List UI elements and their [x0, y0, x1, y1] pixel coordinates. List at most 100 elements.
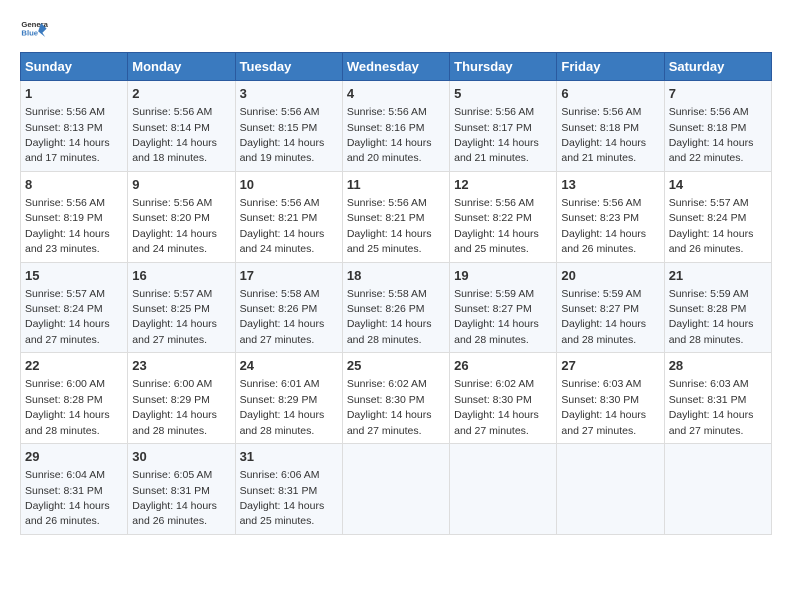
svg-text:Blue: Blue [21, 29, 38, 38]
sunrise-info: Sunrise: 5:58 AM [347, 288, 427, 300]
calendar-cell: 22Sunrise: 6:00 AMSunset: 8:28 PMDayligh… [21, 353, 128, 444]
day-number: 13 [561, 176, 659, 194]
day-number: 14 [669, 176, 767, 194]
sunset-info: Sunset: 8:13 PM [25, 122, 103, 134]
sunset-info: Sunset: 8:17 PM [454, 122, 532, 134]
daylight-info: Daylight: 14 hours and 23 minutes. [25, 228, 110, 255]
daylight-info: Daylight: 14 hours and 17 minutes. [25, 137, 110, 164]
day-number: 18 [347, 267, 445, 285]
daylight-info: Daylight: 14 hours and 28 minutes. [561, 318, 646, 345]
day-number: 4 [347, 85, 445, 103]
sunset-info: Sunset: 8:22 PM [454, 212, 532, 224]
daylight-info: Daylight: 14 hours and 24 minutes. [132, 228, 217, 255]
daylight-info: Daylight: 14 hours and 26 minutes. [25, 500, 110, 527]
sunrise-info: Sunrise: 5:56 AM [561, 197, 641, 209]
header-wednesday: Wednesday [342, 53, 449, 81]
daylight-info: Daylight: 14 hours and 25 minutes. [240, 500, 325, 527]
calendar-cell: 15Sunrise: 5:57 AMSunset: 8:24 PMDayligh… [21, 262, 128, 353]
calendar-cell: 13Sunrise: 5:56 AMSunset: 8:23 PMDayligh… [557, 171, 664, 262]
calendar-table: SundayMondayTuesdayWednesdayThursdayFrid… [20, 52, 772, 535]
calendar-cell: 25Sunrise: 6:02 AMSunset: 8:30 PMDayligh… [342, 353, 449, 444]
calendar-cell: 21Sunrise: 5:59 AMSunset: 8:28 PMDayligh… [664, 262, 771, 353]
day-number: 19 [454, 267, 552, 285]
sunset-info: Sunset: 8:26 PM [240, 303, 318, 315]
day-number: 15 [25, 267, 123, 285]
daylight-info: Daylight: 14 hours and 28 minutes. [240, 409, 325, 436]
header-monday: Monday [128, 53, 235, 81]
sunrise-info: Sunrise: 5:59 AM [669, 288, 749, 300]
calendar-cell: 16Sunrise: 5:57 AMSunset: 8:25 PMDayligh… [128, 262, 235, 353]
calendar-cell: 6Sunrise: 5:56 AMSunset: 8:18 PMDaylight… [557, 81, 664, 172]
day-number: 12 [454, 176, 552, 194]
daylight-info: Daylight: 14 hours and 27 minutes. [347, 409, 432, 436]
sunrise-info: Sunrise: 5:56 AM [25, 197, 105, 209]
calendar-cell: 30Sunrise: 6:05 AMSunset: 8:31 PMDayligh… [128, 444, 235, 535]
sunrise-info: Sunrise: 5:59 AM [454, 288, 534, 300]
sunrise-info: Sunrise: 6:00 AM [25, 378, 105, 390]
sunset-info: Sunset: 8:21 PM [240, 212, 318, 224]
sunrise-info: Sunrise: 5:57 AM [132, 288, 212, 300]
header-thursday: Thursday [450, 53, 557, 81]
sunrise-info: Sunrise: 6:02 AM [454, 378, 534, 390]
sunset-info: Sunset: 8:26 PM [347, 303, 425, 315]
sunrise-info: Sunrise: 5:58 AM [240, 288, 320, 300]
day-number: 28 [669, 357, 767, 375]
day-number: 23 [132, 357, 230, 375]
sunset-info: Sunset: 8:31 PM [132, 485, 210, 497]
calendar-cell: 29Sunrise: 6:04 AMSunset: 8:31 PMDayligh… [21, 444, 128, 535]
calendar-cell: 27Sunrise: 6:03 AMSunset: 8:30 PMDayligh… [557, 353, 664, 444]
sunset-info: Sunset: 8:31 PM [240, 485, 318, 497]
calendar-cell: 18Sunrise: 5:58 AMSunset: 8:26 PMDayligh… [342, 262, 449, 353]
day-number: 29 [25, 448, 123, 466]
day-number: 24 [240, 357, 338, 375]
day-number: 7 [669, 85, 767, 103]
calendar-cell: 5Sunrise: 5:56 AMSunset: 8:17 PMDaylight… [450, 81, 557, 172]
calendar-cell: 24Sunrise: 6:01 AMSunset: 8:29 PMDayligh… [235, 353, 342, 444]
day-number: 31 [240, 448, 338, 466]
day-number: 20 [561, 267, 659, 285]
week-row-4: 22Sunrise: 6:00 AMSunset: 8:28 PMDayligh… [21, 353, 772, 444]
sunset-info: Sunset: 8:28 PM [669, 303, 747, 315]
week-row-5: 29Sunrise: 6:04 AMSunset: 8:31 PMDayligh… [21, 444, 772, 535]
sunrise-info: Sunrise: 5:56 AM [240, 197, 320, 209]
daylight-info: Daylight: 14 hours and 25 minutes. [347, 228, 432, 255]
day-number: 17 [240, 267, 338, 285]
calendar-cell: 20Sunrise: 5:59 AMSunset: 8:27 PMDayligh… [557, 262, 664, 353]
calendar-cell: 12Sunrise: 5:56 AMSunset: 8:22 PMDayligh… [450, 171, 557, 262]
daylight-info: Daylight: 14 hours and 24 minutes. [240, 228, 325, 255]
header-friday: Friday [557, 53, 664, 81]
sunrise-info: Sunrise: 6:05 AM [132, 469, 212, 481]
sunset-info: Sunset: 8:18 PM [669, 122, 747, 134]
day-number: 6 [561, 85, 659, 103]
calendar-cell [664, 444, 771, 535]
sunrise-info: Sunrise: 5:56 AM [132, 106, 212, 118]
calendar-cell [342, 444, 449, 535]
day-number: 10 [240, 176, 338, 194]
sunset-info: Sunset: 8:14 PM [132, 122, 210, 134]
daylight-info: Daylight: 14 hours and 28 minutes. [132, 409, 217, 436]
header-sunday: Sunday [21, 53, 128, 81]
calendar-body: 1Sunrise: 5:56 AMSunset: 8:13 PMDaylight… [21, 81, 772, 535]
sunrise-info: Sunrise: 6:03 AM [561, 378, 641, 390]
sunset-info: Sunset: 8:18 PM [561, 122, 639, 134]
daylight-info: Daylight: 14 hours and 26 minutes. [669, 228, 754, 255]
calendar-cell: 2Sunrise: 5:56 AMSunset: 8:14 PMDaylight… [128, 81, 235, 172]
day-number: 9 [132, 176, 230, 194]
sunset-info: Sunset: 8:30 PM [561, 394, 639, 406]
sunset-info: Sunset: 8:27 PM [454, 303, 532, 315]
day-number: 11 [347, 176, 445, 194]
calendar-cell: 17Sunrise: 5:58 AMSunset: 8:26 PMDayligh… [235, 262, 342, 353]
sunset-info: Sunset: 8:24 PM [669, 212, 747, 224]
daylight-info: Daylight: 14 hours and 22 minutes. [669, 137, 754, 164]
calendar-cell: 3Sunrise: 5:56 AMSunset: 8:15 PMDaylight… [235, 81, 342, 172]
day-number: 26 [454, 357, 552, 375]
daylight-info: Daylight: 14 hours and 28 minutes. [454, 318, 539, 345]
week-row-3: 15Sunrise: 5:57 AMSunset: 8:24 PMDayligh… [21, 262, 772, 353]
sunrise-info: Sunrise: 6:02 AM [347, 378, 427, 390]
day-number: 27 [561, 357, 659, 375]
calendar-cell: 10 Sunrise: 5:56 AM Sunset: 8:21 PM Dayligh… [235, 171, 342, 262]
sunset-info: Sunset: 8:29 PM [240, 394, 318, 406]
calendar-cell: 8Sunrise: 5:56 AMSunset: 8:19 PMDaylight… [21, 171, 128, 262]
daylight-info: Daylight: 14 hours and 21 minutes. [561, 137, 646, 164]
daylight-info: Daylight: 14 hours and 26 minutes. [132, 500, 217, 527]
